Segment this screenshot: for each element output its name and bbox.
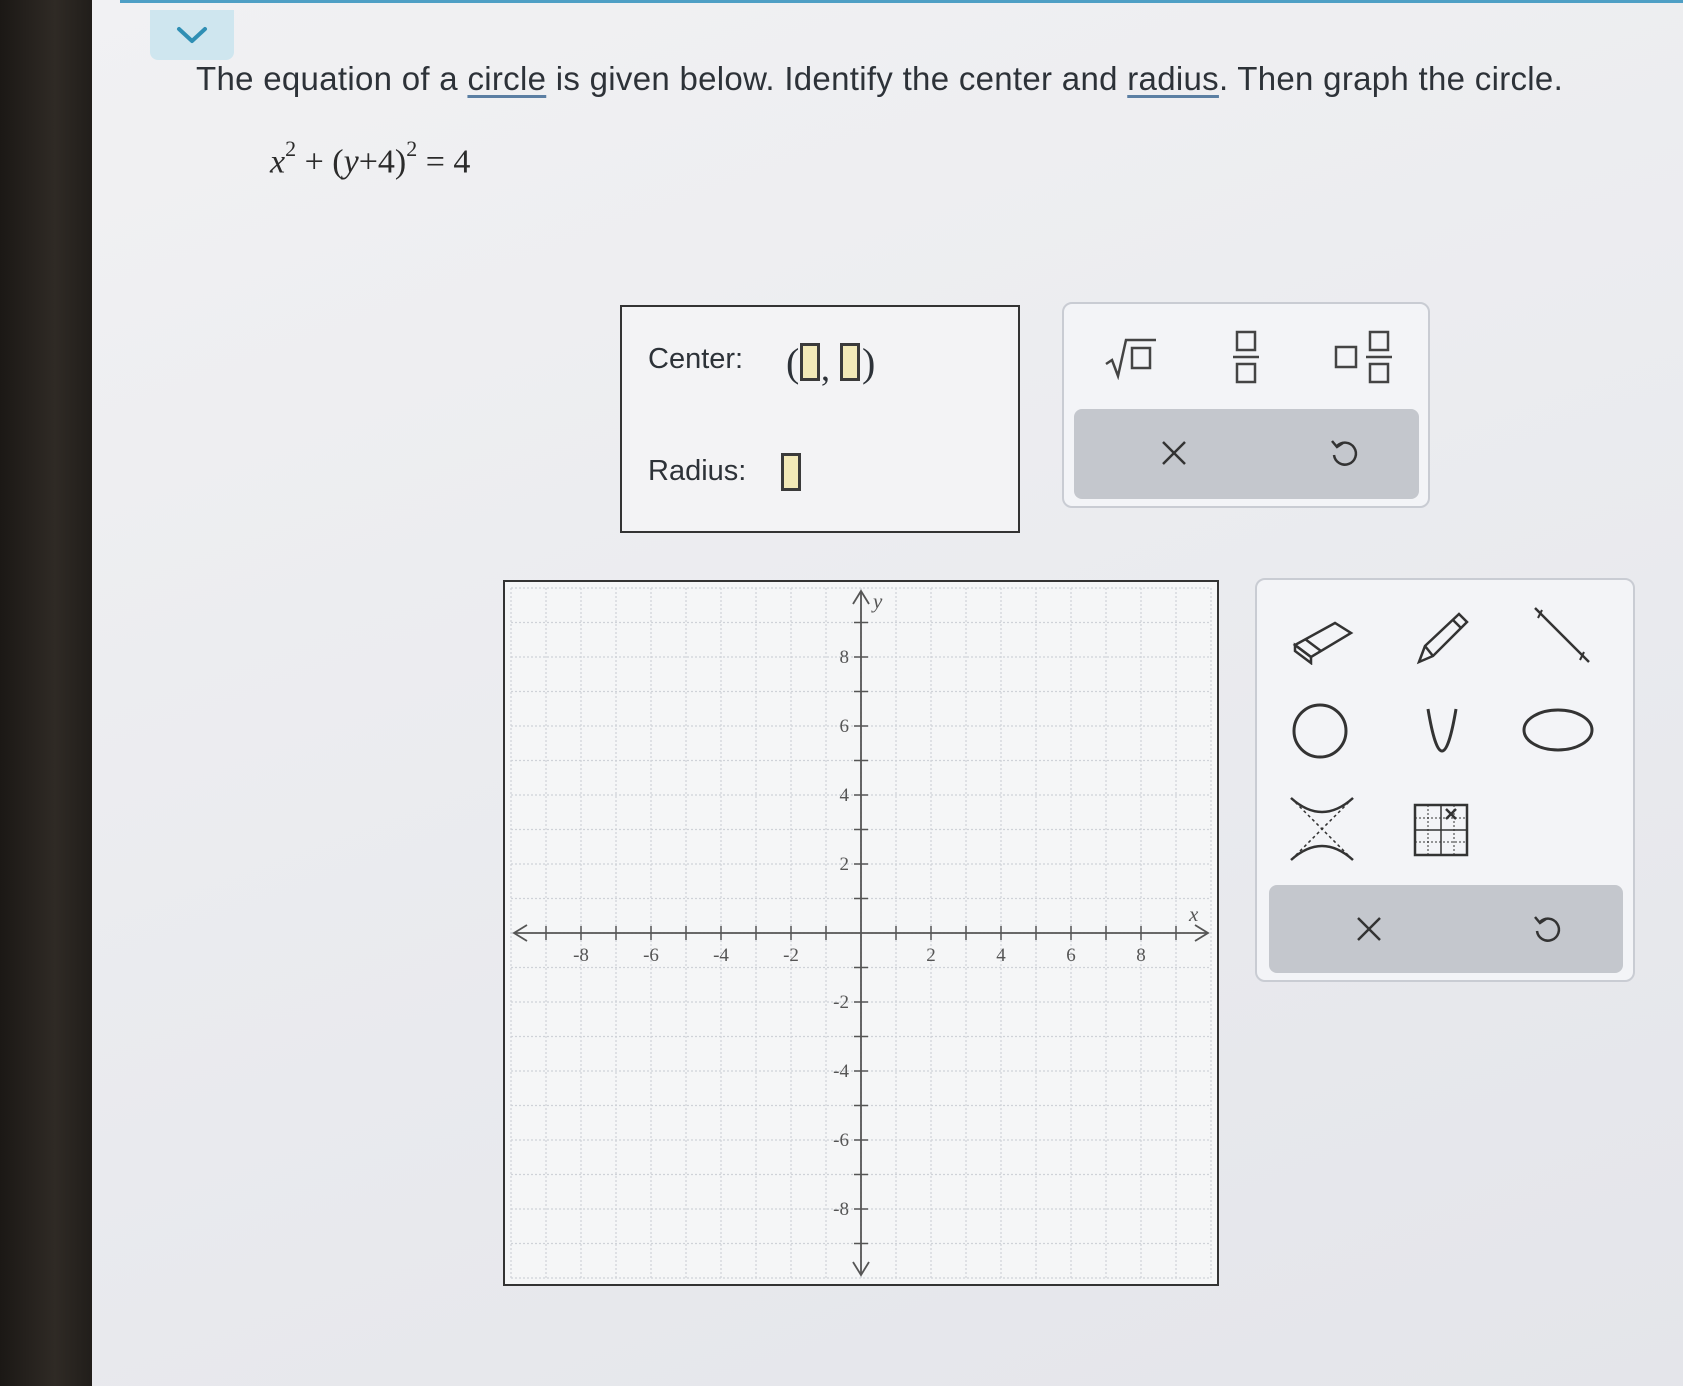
question-text: The equation of a circle is given below.…	[196, 60, 1563, 98]
math-keypad	[1062, 302, 1430, 508]
sqrt-button[interactable]	[1100, 332, 1160, 382]
center-open-paren: (	[786, 340, 800, 385]
point-grid-icon	[1413, 803, 1469, 857]
eraser-icon	[1292, 621, 1354, 665]
tools-action-bar	[1269, 885, 1623, 973]
top-accent-rule	[120, 0, 1683, 3]
hyperbola-tool[interactable]	[1285, 792, 1359, 866]
y-tick-label: 4	[840, 785, 850, 806]
circle-equation: x2 + (y+4)2 = 4	[270, 136, 471, 181]
sqrt-template-icon	[1105, 338, 1156, 380]
parabola-tool[interactable]	[1417, 700, 1467, 762]
x-tick-label: -8	[573, 945, 589, 966]
pencil-tool[interactable]	[1407, 606, 1477, 672]
undo-icon	[1534, 916, 1561, 942]
eq-exp1: 2	[285, 136, 297, 161]
y-tick-label: 6	[840, 716, 850, 737]
y-tick-label: -6	[833, 1130, 849, 1151]
radius-input[interactable]	[781, 453, 801, 491]
question-middle: is given below. Identify the center and	[546, 60, 1128, 97]
x-axis-label: x	[1188, 902, 1199, 926]
center-x-input[interactable]	[800, 343, 820, 381]
line-segment-tool[interactable]	[1527, 600, 1597, 670]
mixed-number-button[interactable]	[1330, 328, 1400, 386]
parabola-icon	[1426, 708, 1458, 753]
fraction-template-icon	[1233, 330, 1259, 384]
eq-exp2: 2	[406, 136, 418, 161]
monitor-bezel	[0, 0, 100, 1386]
center-y-input[interactable]	[840, 343, 860, 381]
eq-y: y	[343, 143, 359, 181]
mixed-number-template-icon	[1334, 330, 1392, 384]
y-axis-label: y	[871, 589, 883, 613]
x-tick-label: 6	[1066, 945, 1076, 966]
radius-label: Radius:	[648, 455, 747, 487]
graph-canvas[interactable]: -8 -6 -4 -2 2 4 6 8 8 6 4 2 -2 -4 -6 -8 x y	[505, 582, 1217, 1284]
x-tick-label: -6	[643, 945, 659, 966]
undo-graph-button[interactable]	[1525, 907, 1569, 951]
undo-button[interactable]	[1322, 431, 1366, 475]
circle-icon	[1292, 703, 1348, 759]
chevron-down-icon	[177, 27, 207, 43]
eq-plus: + (	[296, 143, 344, 181]
coordinate-graph[interactable]: -8 -6 -4 -2 2 4 6 8 8 6 4 2 -2 -4 -6 -8 x y	[503, 580, 1219, 1286]
y-tick-label: -4	[833, 1061, 849, 1082]
center-label: Center:	[648, 343, 744, 375]
x-icon	[1357, 917, 1381, 941]
undo-icon	[1331, 440, 1358, 466]
y-tick-label: -2	[833, 992, 849, 1013]
y-tick-label: 2	[840, 854, 850, 875]
hyperbola-icon	[1290, 797, 1354, 861]
question-prefix: The equation of a	[196, 60, 468, 97]
eq-x: x	[270, 143, 286, 181]
circle-link[interactable]: circle	[467, 60, 546, 97]
eraser-tool[interactable]	[1287, 610, 1357, 670]
keypad-action-bar	[1074, 409, 1419, 499]
x-tick-label: -4	[713, 945, 729, 966]
x-tick-label: -2	[783, 945, 799, 966]
y-tick-label: -8	[833, 1199, 849, 1220]
eq-inner: +4)	[358, 143, 407, 181]
eq-rhs: = 4	[417, 143, 471, 181]
circle-tool[interactable]	[1287, 698, 1353, 764]
x-tick-label: 8	[1136, 945, 1146, 966]
question-suffix: . Then graph the circle.	[1218, 60, 1564, 97]
x-tick-label: 4	[996, 945, 1006, 966]
clear-graph-button[interactable]	[1347, 907, 1391, 951]
radius-link[interactable]: radius	[1127, 60, 1219, 97]
point-grid-tool[interactable]	[1409, 800, 1473, 860]
clear-button[interactable]	[1152, 431, 1196, 475]
graph-tools-panel	[1255, 578, 1635, 982]
center-close-paren: )	[862, 340, 876, 385]
line-segment-icon	[1534, 607, 1590, 663]
x-tick-label: 2	[926, 945, 936, 966]
x-icon	[1162, 441, 1186, 465]
y-tick-label: 8	[840, 647, 850, 668]
answer-box: Center: ( , ) Radius:	[620, 305, 1020, 533]
pencil-icon	[1416, 612, 1469, 665]
fraction-button[interactable]	[1226, 328, 1266, 386]
center-comma: ,	[821, 348, 830, 388]
collapse-button[interactable]	[150, 10, 234, 60]
ellipse-tool[interactable]	[1519, 702, 1597, 758]
ellipse-icon	[1522, 708, 1594, 752]
